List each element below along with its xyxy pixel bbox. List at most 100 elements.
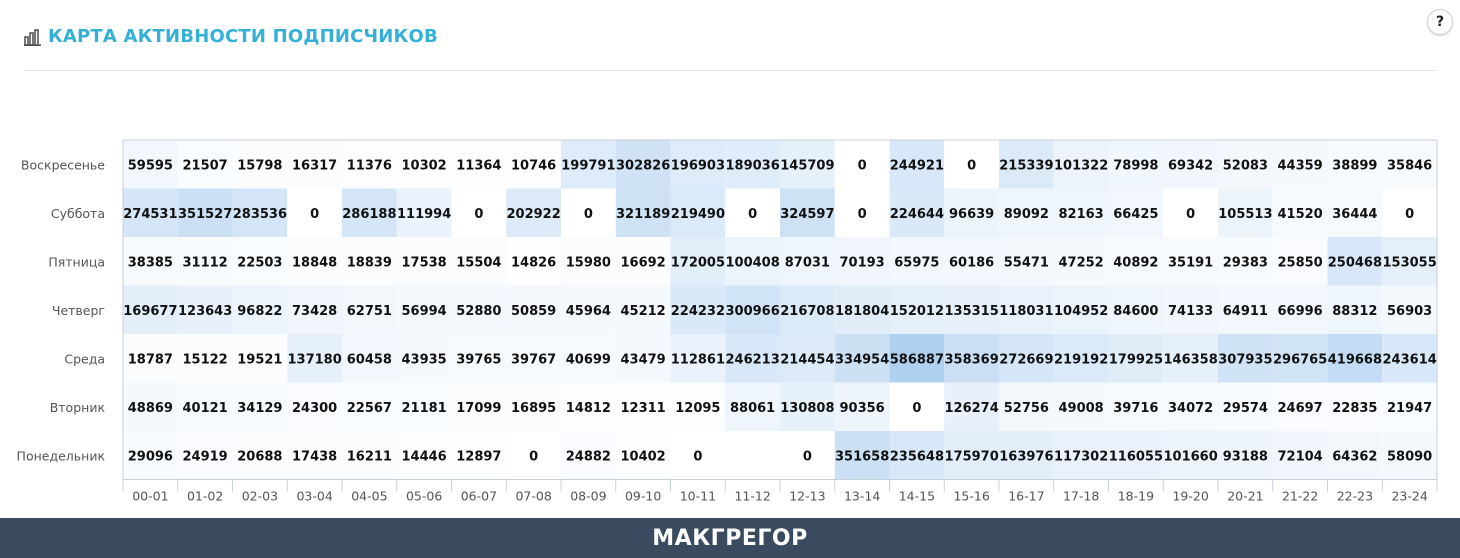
x-tick-label: 02-03	[242, 489, 278, 504]
cell-value-label: 15122	[183, 352, 228, 367]
x-tick-label: 13-14	[844, 489, 880, 504]
cell-value-label: 17438	[292, 449, 337, 464]
cell-value-label: 40121	[183, 401, 228, 416]
cell-value-label: 101322	[1054, 158, 1108, 173]
cell-value-label: 78998	[1113, 158, 1158, 173]
cell-value-label: 64362	[1332, 449, 1377, 464]
x-tick-label: 06-07	[461, 489, 497, 504]
cell-value-label: 111994	[397, 207, 451, 222]
cell-value-label: 52756	[1004, 401, 1049, 416]
cell-value-label: 11364	[456, 158, 501, 173]
cell-value-label: 17538	[402, 255, 447, 270]
cell-value-label: 93188	[1223, 449, 1268, 464]
cell-value-label: 19521	[237, 352, 282, 367]
cell-value-label: 21947	[1387, 401, 1432, 416]
cell-value-label: 25850	[1278, 255, 1323, 270]
x-tick-label: 08-09	[570, 489, 606, 504]
cell-value-label: 10746	[511, 158, 556, 173]
x-tick-label: 01-02	[187, 489, 223, 504]
cell-value-label: 163976	[999, 449, 1053, 464]
cell-value-label: 70193	[840, 255, 885, 270]
cell-value-label: 24919	[183, 449, 228, 464]
cell-value-label: 215339	[999, 158, 1053, 173]
x-tick-label: 10-11	[680, 489, 716, 504]
cell-value-label: 18787	[128, 352, 173, 367]
cell-value-label: 60458	[347, 352, 392, 367]
x-tick-label: 19-20	[1172, 489, 1208, 504]
cell-value-label: 73428	[292, 304, 337, 319]
cell-value-label: 302826	[616, 158, 670, 173]
cell-value-label: 283536	[233, 207, 287, 222]
cell-value-label: 84600	[1113, 304, 1158, 319]
x-tick-label: 16-17	[1008, 489, 1044, 504]
cell-value-label: 11376	[347, 158, 392, 173]
cell-value-label: 0	[748, 207, 757, 222]
cell-value-label: 56994	[402, 304, 447, 319]
cell-value-label: 0	[310, 207, 319, 222]
cell-value-label: 169677	[123, 304, 177, 319]
heatmap-cell	[725, 431, 780, 480]
cell-value-label: 96822	[237, 304, 282, 319]
cell-value-label: 58090	[1387, 449, 1432, 464]
cell-value-label: 12311	[621, 401, 666, 416]
cell-value-label: 90356	[840, 401, 885, 416]
cell-value-label: 50859	[511, 304, 556, 319]
cell-value-label: 116055	[1109, 449, 1163, 464]
cell-value-label: 202922	[506, 207, 560, 222]
cell-value-label: 175970	[944, 449, 998, 464]
cell-value-label: 36444	[1332, 207, 1377, 222]
cell-value-label: 14446	[402, 449, 447, 464]
cell-value-label: 123643	[178, 304, 232, 319]
cell-value-label: 47252	[1059, 255, 1104, 270]
cell-value-label: 0	[967, 158, 976, 173]
cell-value-label: 307935	[1218, 352, 1272, 367]
cell-value-label: 137180	[287, 352, 341, 367]
cell-value-label: 31112	[183, 255, 228, 270]
cell-value-label: 49008	[1059, 401, 1104, 416]
cell-value-label: 153055	[1382, 255, 1436, 270]
cell-value-label: 35191	[1168, 255, 1213, 270]
cell-value-label: 41520	[1278, 207, 1323, 222]
cell-value-label: 0	[858, 158, 867, 173]
cell-value-label: 0	[803, 449, 812, 464]
row-label: Суббота	[51, 206, 105, 221]
cell-value-label: 34072	[1168, 401, 1213, 416]
cell-value-label: 72104	[1278, 449, 1323, 464]
cell-value-label: 0	[912, 401, 921, 416]
x-tick-label: 20-21	[1227, 489, 1263, 504]
cell-value-label: 35846	[1387, 158, 1432, 173]
cell-value-label: 52083	[1223, 158, 1268, 173]
cell-value-label: 130808	[780, 401, 834, 416]
cell-value-label: 189036	[725, 158, 779, 173]
cell-value-label: 351527	[178, 207, 232, 222]
cell-value-label: 196903	[671, 158, 725, 173]
cell-value-label: 45212	[621, 304, 666, 319]
cell-value-label: 126274	[944, 401, 998, 416]
cell-value-label: 101660	[1163, 449, 1217, 464]
cell-value-label: 14826	[511, 255, 556, 270]
row-label: Среда	[64, 351, 105, 366]
cell-value-label: 12897	[456, 449, 501, 464]
cell-value-label: 44359	[1278, 158, 1323, 173]
cell-value-label: 219192	[1054, 352, 1108, 367]
cell-value-label: 16317	[292, 158, 337, 173]
cell-value-label: 0	[693, 449, 702, 464]
x-tick-label: 14-15	[899, 489, 935, 504]
cell-value-label: 34129	[237, 401, 282, 416]
cell-value-label: 224232	[671, 304, 725, 319]
cell-value-label: 135315	[944, 304, 998, 319]
cell-value-label: 0	[1405, 207, 1414, 222]
cell-value-label: 88312	[1332, 304, 1377, 319]
x-tick-label: 00-01	[132, 489, 168, 504]
cell-value-label: 43479	[621, 352, 666, 367]
cell-value-label: 59595	[128, 158, 173, 173]
cell-value-label: 69342	[1168, 158, 1213, 173]
x-tick-label: 21-22	[1282, 489, 1318, 504]
x-tick-label: 12-13	[789, 489, 825, 504]
cell-value-label: 62751	[347, 304, 392, 319]
x-tick-label: 09-10	[625, 489, 661, 504]
x-tick-label: 22-23	[1337, 489, 1373, 504]
cell-value-label: 179925	[1109, 352, 1163, 367]
cell-value-label: 40699	[566, 352, 611, 367]
cell-value-label: 87031	[785, 255, 830, 270]
